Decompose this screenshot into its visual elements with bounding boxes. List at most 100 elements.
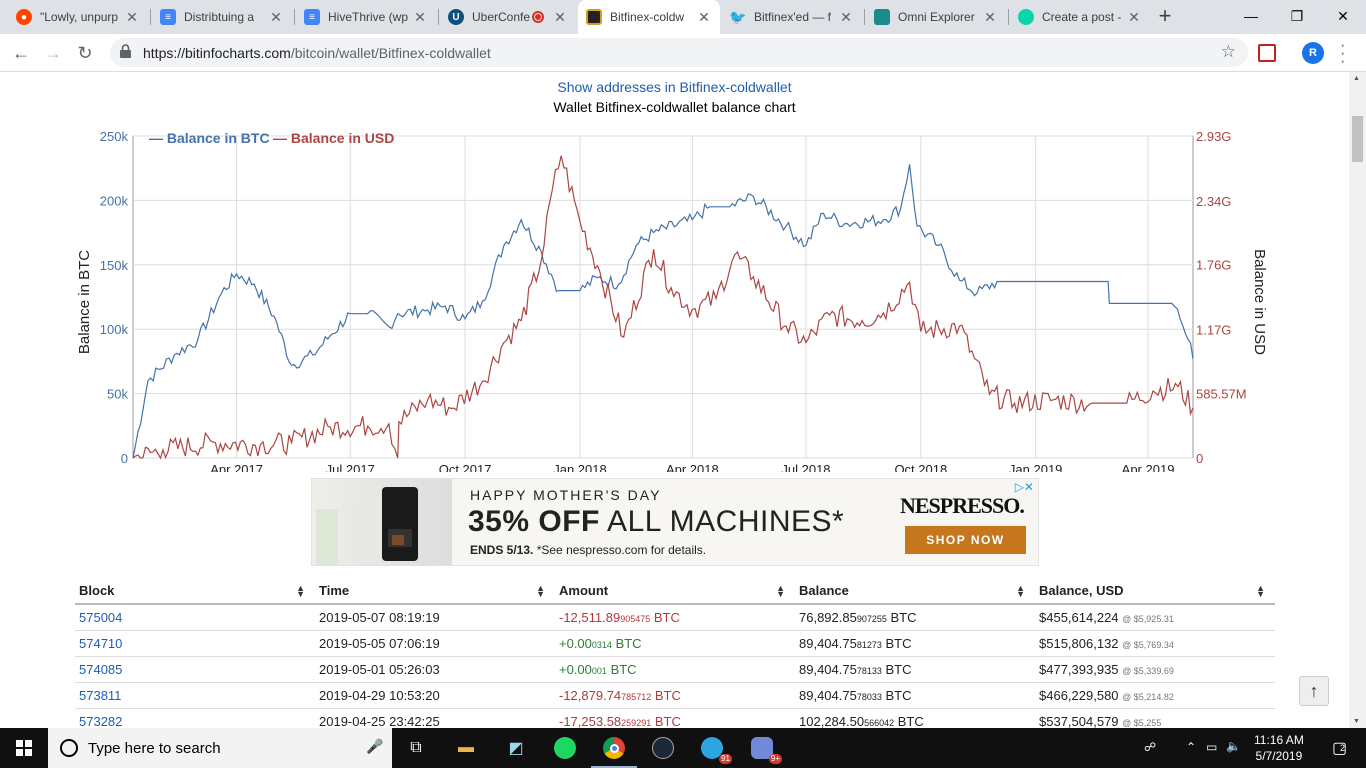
block-link[interactable]: 574710 [75,630,315,657]
column-header-block[interactable]: Block ▲ ▼ [75,578,315,605]
telegram-icon[interactable]: 91 [698,734,732,764]
scroll-to-top-button[interactable]: ↑ [1299,676,1329,706]
chevron-up-icon[interactable]: ⌃ [1186,740,1196,754]
y2-tick-label: 1.76G [1196,258,1231,273]
recording-icon [532,11,544,23]
close-icon[interactable]: ✕ [838,9,854,26]
tab-uberconference[interactable]: U UberConfe ✕ [440,0,576,34]
block-link[interactable]: 575004 [75,604,315,631]
volume-icon[interactable]: 🔈 [1226,739,1241,753]
legend-btc[interactable]: — Balance in BTC [149,130,270,146]
column-header-time[interactable]: Time ▲ ▼ [315,578,555,605]
search-placeholder: Type here to search [88,740,221,757]
table-row: 574085 2019-05-01 05:26:03 +0.00001 BTC 89,… [75,656,1275,683]
y2-tick-label: 2.93G [1196,129,1231,144]
battery-icon[interactable]: ▭ [1206,740,1217,754]
browser-tab-bar: ● "Lowly, unpurp ✕ ≡ Distribtuing a ✕ ≡ … [0,0,1366,34]
discord-icon[interactable]: 9+ [748,734,782,764]
column-header-amount[interactable]: Amount ▲ ▼ [555,578,795,605]
microphone-icon[interactable]: 🎤 [366,738,383,755]
ad-offer: 35% OFF ALL MACHINES* [468,505,845,538]
back-button[interactable]: ← [8,40,34,66]
tab-bitfinex-coldwallet[interactable]: Bitfinex-coldw ✕ [578,0,720,34]
tx-time: 2019-05-01 05:26:03 [315,656,555,683]
y-tick-label: 0 [121,451,128,466]
plot-frame [132,135,1194,459]
tab-omni-explorer[interactable]: Omni Explorer ✕ [866,0,1006,34]
scrollbar-thumb[interactable] [1352,116,1363,162]
adchoices-icon[interactable]: ▷✕ [1015,480,1034,494]
profile-avatar[interactable]: R [1302,42,1324,64]
table-row: 574710 2019-05-05 07:06:19 +0.000314 BTC 89… [75,630,1275,657]
file-explorer-icon[interactable]: ▬ [452,734,480,762]
tab-create-post[interactable]: Create a post - ✕ [1010,0,1150,34]
tx-amount: -17,253.58259291 BTC [555,708,795,728]
table-row: 575004 2019-05-07 08:19:19 -12,511.8990547… [75,604,1275,631]
nespresso-ad-banner[interactable]: HAPPY MOTHER'S DAY 35% OFF ALL MACHINES*… [311,478,1039,566]
nespresso-logo: NESPRESSO. [900,493,1025,518]
start-button[interactable] [0,728,48,768]
sort-icon: ▲ ▼ [536,583,545,599]
steam-icon[interactable] [649,734,677,762]
x-tick-label: Jul 2018 [781,462,830,472]
window-close-button[interactable]: ✕ [1320,0,1366,32]
chrome-icon[interactable] [591,734,637,768]
block-link[interactable]: 573282 [75,708,315,728]
close-icon[interactable]: ✕ [552,9,568,26]
uberconference-icon: U [448,9,464,25]
close-icon[interactable]: ✕ [696,9,712,26]
close-icon[interactable]: ✕ [1126,9,1142,26]
block-link[interactable]: 573811 [75,682,315,709]
system-tray: ☍ ⌃ ▭ 🔈 11:16 AM 5/7/2019 ▢ 2 [1136,728,1366,768]
address-bar[interactable]: https://bitinfocharts.com/bitcoin/wallet… [110,38,1248,67]
tab-title: Bitfinex-coldw [610,10,685,24]
new-tab-button[interactable]: + [1152,4,1178,30]
omni-explorer-icon [874,9,890,25]
taskbar-clock[interactable]: 11:16 AM 5/7/2019 [1254,732,1304,764]
shop-now-button[interactable]: SHOP NOW [905,526,1026,554]
y-tick-label: 50k [107,387,128,402]
x-tick-label: Jul 2017 [326,462,375,472]
tab-title: UberConfe [472,10,531,24]
notes-app-icon[interactable]: ◩ [502,734,530,762]
y-tick-label: 200k [100,193,129,208]
forward-button[interactable]: → [40,40,66,66]
people-icon[interactable]: ☍ [1144,740,1156,754]
x-tick-label: Oct 2017 [439,462,492,472]
tab-reddit[interactable]: ● "Lowly, unpurp ✕ [8,0,148,34]
browser-menu-icon[interactable]: · · · [1340,38,1345,70]
google-docs-icon: ≡ [160,9,176,25]
bookmark-star-icon[interactable]: ☆ [1221,42,1236,62]
close-icon[interactable]: ✕ [982,9,998,26]
extension-icon[interactable] [1258,44,1276,62]
tab-distributing[interactable]: ≡ Distribtuing a ✕ [152,0,292,34]
tab-title: "Lowly, unpurp [40,10,119,24]
table-row: 573811 2019-04-29 10:53:20 -12,879.7478571… [75,682,1275,709]
close-icon[interactable]: ✕ [412,9,428,26]
sort-icon: ▲ ▼ [1256,583,1265,599]
minimize-button[interactable]: — [1228,0,1274,32]
spotify-icon[interactable] [551,734,579,762]
ad-headline: HAPPY MOTHER'S DAY [470,487,662,503]
windows-logo-icon [16,740,32,756]
y-tick-label: 250k [100,129,129,144]
taskbar-search-box[interactable]: Type here to search 🎤 [48,728,392,768]
legend-usd[interactable]: — Balance in USD [273,130,394,146]
close-icon[interactable]: ✕ [124,9,140,26]
tab-title: Create a post - [1042,10,1122,24]
page-scrollbar[interactable]: ▲ ▼ [1349,72,1366,728]
steemit-icon [1018,9,1034,25]
block-link[interactable]: 574085 [75,656,315,683]
task-view-icon[interactable]: ⧉ [402,734,430,762]
tab-bitfinexed-twitter[interactable]: 🐦 Bitfinex'ed — f ✕ [722,0,862,34]
action-center-icon[interactable]: ▢ 2 [1332,738,1347,758]
tab-title: Distribtuing a [184,10,255,24]
column-header-balance-usd[interactable]: Balance, USD ▲ ▼ [1035,578,1275,605]
restore-button[interactable]: ❐ [1274,0,1320,32]
close-icon[interactable]: ✕ [268,9,284,26]
tab-hivethrive[interactable]: ≡ HiveThrive (wp ✕ [296,0,436,34]
tx-balance: 89,404.7578133 BTC [795,656,1035,683]
sort-icon: ▲ ▼ [296,583,305,599]
reload-button[interactable]: ↻ [72,40,98,66]
column-header-balance[interactable]: Balance ▲ ▼ [795,578,1035,605]
